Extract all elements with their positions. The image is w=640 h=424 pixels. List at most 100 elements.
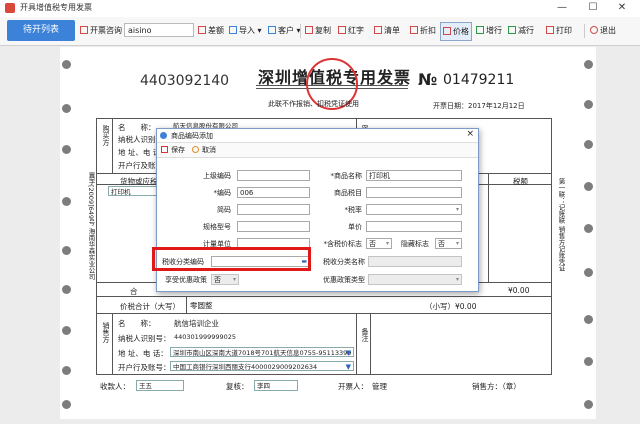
payee-field[interactable]: 王五 — [136, 380, 184, 391]
drawer-label: 开票人： — [338, 382, 368, 391]
query-input[interactable]: aisino — [124, 23, 194, 37]
buyer-name-label: 名 称： — [118, 123, 156, 132]
tax-rate-label: *税率 — [344, 206, 363, 214]
issue-date: 开票日期：2017年12月12日 — [433, 102, 525, 110]
reviewer-field[interactable]: 李四 — [254, 380, 298, 391]
tax-item-input[interactable] — [366, 187, 462, 198]
tax-rate-select[interactable]: ▾ — [366, 204, 462, 215]
unit-price-input[interactable] — [366, 221, 462, 232]
punch-hole — [62, 285, 71, 294]
price-incl-tax-select[interactable]: 否 ▾ — [366, 238, 392, 249]
preferential-label: 享受优惠政策 — [165, 276, 207, 284]
import-button[interactable]: 导入 ▾ — [229, 25, 262, 37]
chevron-down-icon: ▼ — [345, 363, 351, 371]
seller-taxid: 440301999999025 — [174, 333, 237, 341]
save-button[interactable]: 保存 — [171, 145, 185, 155]
name-label: *商品名称 — [330, 172, 363, 180]
maximize-button[interactable]: ☐ — [586, 1, 600, 15]
punch-hole — [584, 182, 593, 191]
punch-hole — [584, 357, 593, 366]
punch-hole — [584, 224, 593, 233]
punch-hole — [62, 326, 71, 335]
dialog-title: 商品编码添加 — [171, 132, 213, 140]
print-button[interactable]: 打印 — [546, 25, 572, 37]
tax-class-name-input[interactable] — [368, 256, 462, 267]
add-row-label: 增行 — [486, 26, 502, 35]
seller-address-label: 地 址、电 话： — [118, 349, 168, 358]
list-button[interactable]: 清单 — [374, 25, 400, 37]
diff-button[interactable]: 差额 — [198, 25, 224, 37]
punch-hole — [584, 315, 593, 324]
open-list-button[interactable]: 待开列表 — [7, 20, 75, 41]
short-code-input[interactable] — [237, 204, 310, 215]
exit-icon — [590, 26, 598, 34]
dialog-app-icon — [160, 132, 167, 139]
hidden-flag-value: 否 — [438, 240, 445, 248]
copy-button[interactable]: 复制 — [305, 25, 331, 37]
copy-icon — [305, 26, 313, 34]
add-row-button[interactable]: 增行 — [476, 25, 502, 37]
price-button[interactable]: 价格 — [440, 22, 472, 41]
short-code-label: 简码 — [217, 206, 231, 214]
delete-row-button[interactable]: 减行 — [508, 25, 534, 37]
chevron-down-icon: ▾ — [385, 240, 389, 247]
preferential-type-select[interactable]: ▾ — [368, 274, 462, 285]
query-icon — [80, 26, 88, 34]
chevron-down-icon: ▾ — [455, 240, 459, 247]
import-icon — [229, 26, 237, 34]
spec-label: 规格型号 — [203, 223, 231, 231]
punch-hole — [62, 60, 71, 69]
discount-button[interactable]: 折扣 — [410, 25, 436, 37]
preferential-select[interactable]: 否 ▾ — [211, 274, 239, 285]
tax-column-header: 税额 — [513, 177, 528, 186]
exit-label: 退出 — [600, 26, 616, 35]
minimize-button[interactable]: — — [555, 1, 569, 15]
seller-name: 航信培训企业 — [174, 319, 219, 328]
seller-bank-field[interactable]: 中国工商银行深圳西丽支行4000029009202634 ▼ — [170, 361, 354, 371]
punch-hole — [62, 104, 71, 113]
seller-sign: 销售方：（章） — [472, 382, 521, 391]
cancel-icon — [192, 146, 199, 153]
seller-address-field[interactable]: 深圳市南山区深南大道7018号701航天信息0755-95113399 ▼ — [170, 347, 354, 357]
code-label: *编码 — [213, 189, 232, 197]
invoice-number: 01479211 — [443, 72, 515, 88]
buyer-side-label: 购买方 — [102, 125, 110, 146]
table-line — [112, 118, 113, 173]
dialog-close-button[interactable]: × — [466, 129, 474, 139]
code-input[interactable]: 006 — [237, 187, 310, 198]
delete-row-label: 减行 — [518, 26, 534, 35]
seller-taxid-label: 纳税人识别号： — [118, 334, 171, 343]
cancel-button[interactable]: 取消 — [202, 145, 216, 155]
print-label: 打印 — [556, 26, 572, 35]
table-line — [370, 313, 371, 375]
print-icon — [546, 26, 554, 34]
delete-row-icon — [508, 26, 516, 34]
punch-hole — [584, 100, 593, 109]
name-input[interactable]: 打印机 — [366, 170, 462, 181]
parent-code-input[interactable] — [237, 170, 310, 181]
unit-price-label: 单价 — [348, 223, 362, 231]
chevron-down-icon: ▼ — [345, 349, 351, 357]
total-tax: ¥0.00 — [508, 286, 530, 295]
toolbar: 待开列表 开票咨询 aisino 差额 导入 ▾ 客户 ▾ 复制 红字 清单 折… — [0, 17, 640, 46]
table-line — [112, 313, 113, 375]
import-label: 导入 — [239, 26, 255, 35]
preferential-value: 否 — [214, 276, 221, 284]
list-label: 清单 — [384, 26, 400, 35]
chevron-down-icon: ▾ — [455, 276, 459, 283]
hidden-flag-select[interactable]: 否 ▾ — [435, 238, 462, 249]
spec-input[interactable] — [237, 221, 310, 232]
reviewer-label: 复核： — [226, 382, 249, 391]
small-write-total: （小写）¥0.00 — [425, 302, 477, 311]
punch-hole — [62, 246, 71, 255]
exit-button[interactable]: 退出 — [590, 25, 616, 37]
save-icon — [161, 146, 168, 153]
chevron-down-icon: ▾ — [455, 206, 459, 213]
diff-icon — [198, 26, 206, 34]
window-title: 开具增值税专用发票 — [20, 3, 92, 12]
red-invoice-button[interactable]: 红字 — [338, 25, 364, 37]
customer-button[interactable]: 客户 ▾ — [268, 25, 301, 37]
query-button[interactable]: 开票咨询 — [80, 25, 122, 37]
close-window-button[interactable]: ✕ — [615, 1, 629, 15]
price-icon — [443, 27, 451, 35]
